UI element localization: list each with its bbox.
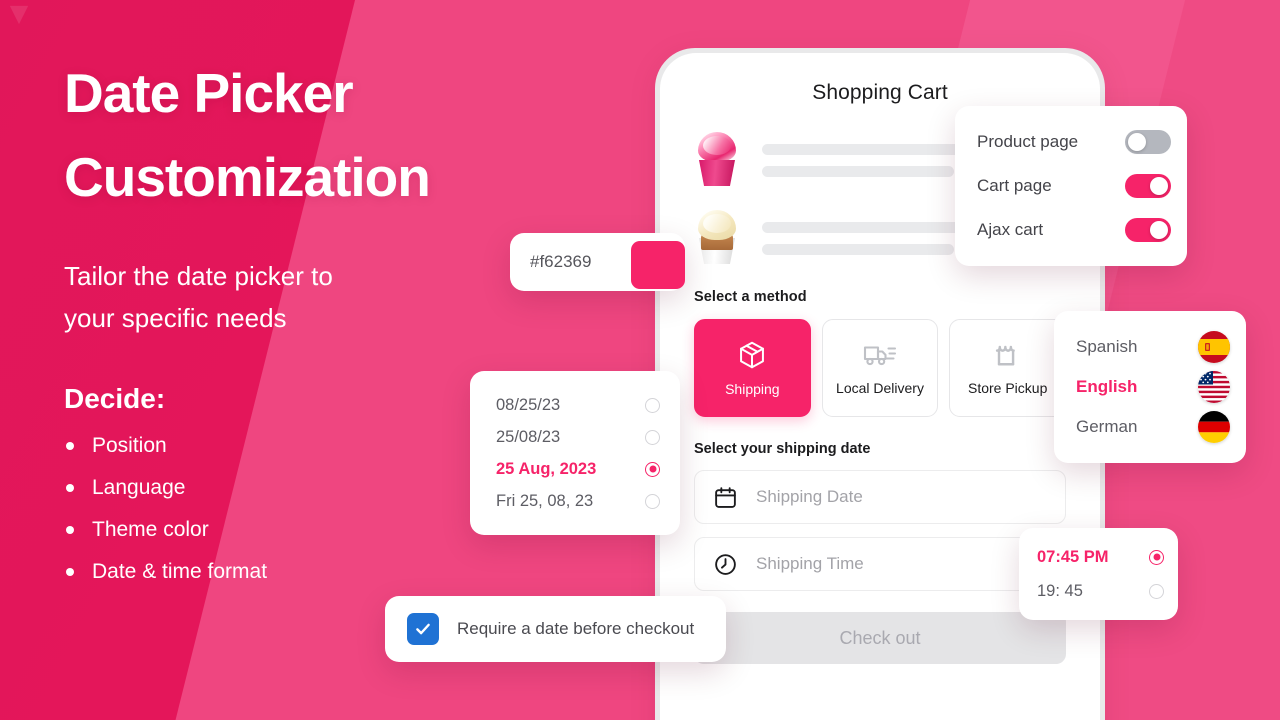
page-title-line-2: Customization [64, 145, 431, 208]
method-option-shipping[interactable]: Shipping [694, 319, 811, 417]
color-swatch[interactable] [631, 241, 685, 289]
toggle-switch-ajax-cart[interactable] [1125, 218, 1171, 242]
radio-button[interactable] [645, 397, 660, 413]
date-format-card: 08/25/23 25/08/23 25 Aug, 2023 Fri 25, 0… [470, 371, 680, 535]
require-date-checkbox[interactable] [407, 613, 439, 645]
shipping-date-placeholder: Shipping Date [756, 487, 863, 506]
page-title-shopping-cart: Shopping Cart [812, 81, 948, 104]
page-subtitle: Tailor the date picker to your specific … [64, 255, 434, 339]
flag-germany-icon [1198, 411, 1230, 443]
display-locations-card: Product page Cart page Ajax cart [955, 106, 1187, 266]
decide-heading: Decide: [64, 383, 166, 415]
toggle-row-product-page[interactable]: Product page [977, 120, 1171, 164]
package-icon [740, 341, 765, 369]
shipping-time-field[interactable]: Shipping Time [694, 537, 1066, 591]
require-date-card[interactable]: Require a date before checkout [385, 596, 726, 662]
list-item: Language [64, 477, 534, 498]
date-format-label: 08/25/23 [496, 395, 561, 414]
date-format-label: 25 Aug, 2023 [496, 459, 597, 478]
page-title: Date Picker Customization [64, 52, 534, 219]
toggle-switch-cart-page[interactable] [1125, 174, 1171, 198]
checkout-button[interactable]: Check out [694, 612, 1066, 664]
language-card: Spanish English German [1054, 311, 1246, 463]
date-format-label: 25/08/23 [496, 427, 561, 446]
cupcake-cream-icon [694, 210, 740, 266]
feature-bullet-list: Position Language Theme color Date & tim… [64, 435, 534, 582]
page-title-line-1: Date Picker [64, 62, 354, 124]
truck-icon [863, 346, 897, 366]
list-item: Date & time format [64, 561, 534, 582]
watermark-logo-icon [9, 5, 29, 25]
toggle-label: Ajax cart [977, 220, 1044, 239]
list-item: Theme color [64, 519, 534, 540]
language-label: English [1076, 377, 1138, 396]
date-format-option[interactable]: 25/08/23 [496, 421, 660, 453]
radio-button[interactable] [645, 429, 660, 445]
time-format-option-selected[interactable]: 07:45 PM [1037, 540, 1164, 574]
page-subtitle-line-1: Tailor the date picker to [64, 261, 333, 292]
shipping-time-placeholder: Shipping Time [756, 554, 864, 573]
language-option-english[interactable]: English [1076, 367, 1230, 407]
radio-button-selected[interactable] [1149, 549, 1164, 565]
method-label: Shipping [725, 381, 780, 397]
language-option-spanish[interactable]: Spanish [1076, 327, 1230, 367]
toggle-label: Product page [977, 132, 1079, 151]
flag-spain-icon [1198, 331, 1230, 363]
require-date-label: Require a date before checkout [457, 619, 695, 638]
date-format-option[interactable]: Fri 25, 08, 23 [496, 485, 660, 517]
select-method-label: Select a method [694, 289, 807, 305]
language-label: German [1076, 417, 1138, 436]
toggle-label: Cart page [977, 176, 1052, 195]
select-date-label: Select your shipping date [694, 441, 871, 457]
toggle-row-ajax-cart[interactable]: Ajax cart [977, 208, 1171, 252]
cupcake-pink-icon [694, 132, 740, 188]
toggle-switch-product-page[interactable] [1125, 130, 1171, 154]
method-label: Local Delivery [836, 380, 924, 396]
method-option-local-delivery[interactable]: Local Delivery [821, 319, 939, 417]
method-label: Store Pickup [967, 380, 1048, 396]
radio-button[interactable] [645, 493, 660, 509]
theme-color-card[interactable]: #f62369 [510, 233, 685, 291]
hero-copy: Date Picker Customization Tailor the dat… [64, 52, 534, 603]
method-option-store-pickup[interactable]: Store Pickup [949, 319, 1067, 417]
store-icon [995, 345, 1015, 366]
date-format-option[interactable]: 08/25/23 [496, 389, 660, 421]
list-item: Position [64, 435, 534, 456]
date-format-label: Fri 25, 08, 23 [496, 491, 594, 510]
calendar-icon [715, 486, 736, 508]
clock-icon [715, 553, 736, 575]
date-format-option-selected[interactable]: 25 Aug, 2023 [496, 453, 660, 485]
check-icon [416, 623, 430, 635]
color-hex-value: #f62369 [530, 252, 592, 271]
shipping-method-group: Shipping Local Delivery Store Pickup [694, 319, 1067, 417]
toggle-row-cart-page[interactable]: Cart page [977, 164, 1171, 208]
language-label: Spanish [1076, 337, 1138, 356]
time-format-label: 07:45 PM [1037, 547, 1109, 566]
time-format-option[interactable]: 19: 45 [1037, 574, 1164, 608]
language-option-german[interactable]: German [1076, 407, 1230, 447]
time-format-label: 19: 45 [1037, 581, 1083, 600]
radio-button[interactable] [1149, 583, 1164, 599]
shipping-date-field[interactable]: Shipping Date [694, 470, 1066, 524]
flag-usa-icon [1198, 371, 1230, 403]
page-subtitle-line-2: your specific needs [64, 303, 287, 334]
time-format-card: 07:45 PM 19: 45 [1019, 528, 1178, 620]
radio-button-selected[interactable] [645, 461, 660, 477]
